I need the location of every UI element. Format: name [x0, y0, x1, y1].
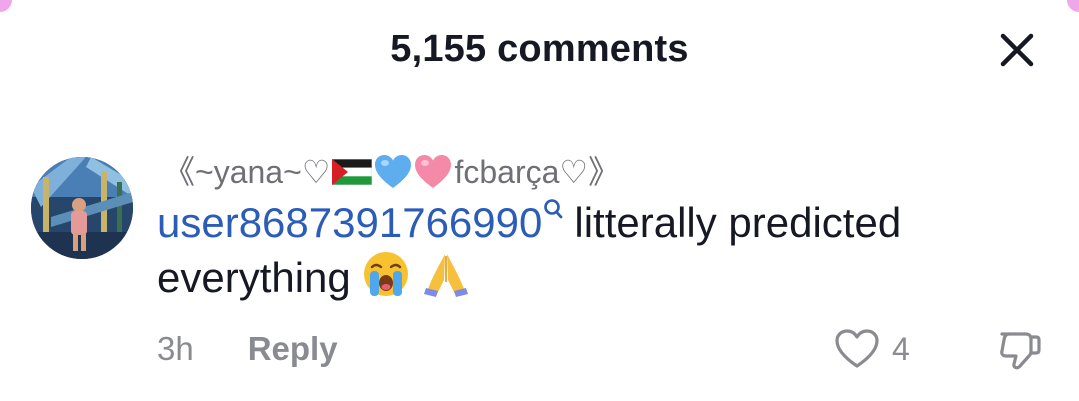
comments-count-title: 5,155 comments — [390, 28, 689, 70]
comment-author-name[interactable]: 《~yana~♡ fcbarça♡》 — [163, 152, 1047, 192]
author-name-suffix: fcbarça♡》 — [454, 154, 621, 190]
comment-text-line2: everything — [157, 254, 351, 301]
loudly-crying-face-icon — [364, 252, 409, 296]
palestine-flag-icon — [332, 159, 373, 185]
like-button[interactable]: 4 — [834, 328, 910, 370]
comment-actions: 3h Reply — [157, 330, 338, 368]
avatar[interactable] — [31, 157, 133, 259]
close-icon — [1000, 33, 1034, 67]
window-corner-accent — [0, 0, 12, 12]
reply-button[interactable]: Reply — [248, 330, 338, 368]
blue-heart-icon — [375, 155, 412, 188]
like-count: 4 — [892, 330, 910, 367]
window-corner-accent — [1067, 0, 1079, 12]
author-name-prefix: 《~yana~♡ — [163, 154, 331, 190]
comment-text-line1: litterally predicted — [574, 199, 902, 246]
search-icon[interactable] — [542, 198, 564, 222]
comment-body: 《~yana~♡ fcbarça♡》 user8687391766990 lit… — [157, 152, 1047, 305]
pink-heart-icon — [415, 155, 452, 188]
dislike-button[interactable] — [996, 328, 1042, 374]
close-button[interactable] — [997, 30, 1037, 70]
folded-hands-icon — [424, 254, 469, 297]
user-mention-link[interactable]: user8687391766990 — [157, 199, 542, 246]
comment-text: user8687391766990 litterally predicted e… — [157, 196, 1047, 305]
comment-timestamp: 3h — [157, 330, 194, 367]
avatar-image — [31, 157, 133, 259]
thumbs-down-icon — [1000, 332, 1041, 370]
heart-outline-icon — [835, 329, 879, 368]
